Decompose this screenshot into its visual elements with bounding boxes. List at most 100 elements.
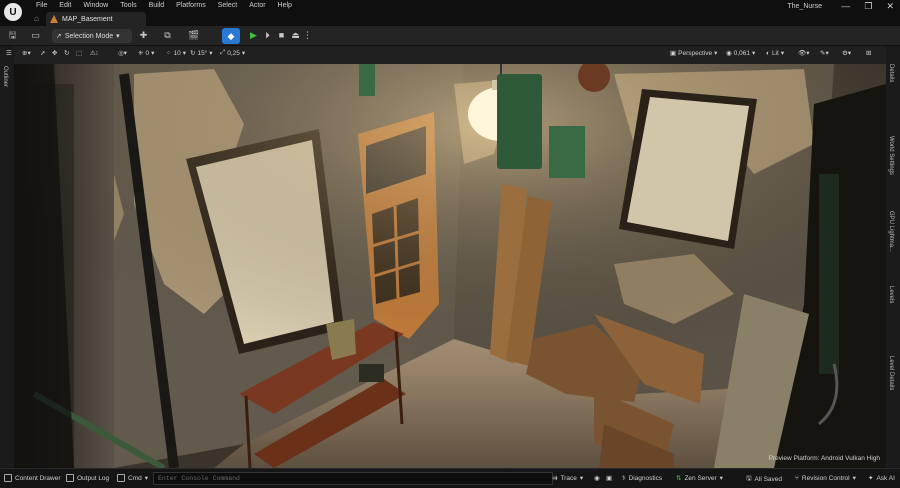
fov-dropdown[interactable]: ◉ 0,061 ▾ bbox=[726, 49, 755, 58]
selection-mode-dropdown[interactable]: ➚ Selection Mode ▾ bbox=[52, 29, 132, 43]
blueprint-icon[interactable]: ⧉ bbox=[162, 30, 173, 41]
minimize-button[interactable]: — bbox=[841, 1, 850, 12]
diagnostics-button[interactable]: ⚕ Diagnostics bbox=[622, 474, 662, 483]
level-icon bbox=[50, 15, 58, 23]
menu-edit[interactable]: Edit bbox=[53, 2, 77, 9]
cmd-label: Cmd bbox=[128, 474, 142, 482]
chevron-down-icon: ▾ bbox=[852, 475, 856, 482]
viewport-menu-icon[interactable]: ☰ bbox=[6, 49, 12, 57]
title-bar: U File Edit Window Tools Build Platforms… bbox=[0, 0, 900, 26]
all-saved-button[interactable]: 🖫 All Saved bbox=[746, 474, 782, 485]
perspective-label: Perspective bbox=[678, 49, 713, 57]
revision-control-dropdown[interactable]: ⑂ Revision Control ▾ bbox=[795, 474, 856, 483]
rotation-snap-icon: ⁘ bbox=[166, 50, 172, 57]
speed-icon: ◉ bbox=[726, 50, 732, 57]
cursor-icon: ➚ bbox=[56, 33, 62, 40]
chevron-down-icon: ▾ bbox=[144, 475, 148, 482]
close-button[interactable]: ✕ bbox=[886, 1, 894, 12]
selection-mode-label: Selection Mode bbox=[64, 32, 114, 40]
maximize-button[interactable]: ❐ bbox=[864, 1, 872, 12]
surface-snap-icon[interactable]: ⚠⁝ bbox=[90, 49, 98, 57]
content-browser-icon[interactable]: ▭ bbox=[30, 30, 41, 41]
chevron-down-icon: ▾ bbox=[151, 50, 155, 57]
add-actor-icon[interactable]: ✚ bbox=[138, 30, 149, 41]
outliner-tab[interactable]: Outliner bbox=[2, 66, 8, 87]
chevron-down-icon: ▾ bbox=[719, 475, 723, 482]
world-local-icon[interactable]: ◎▾ bbox=[118, 49, 127, 57]
world-settings-tab[interactable]: World Settings bbox=[888, 136, 894, 175]
menu-platforms[interactable]: Platforms bbox=[170, 2, 212, 9]
snap-angle[interactable]: ↻ 15° ▾ bbox=[190, 49, 213, 58]
chevron-down-icon: ▾ bbox=[714, 50, 718, 57]
menu-help[interactable]: Help bbox=[272, 2, 298, 9]
ask-ai-label: Ask AI bbox=[876, 474, 895, 482]
content-drawer-button[interactable]: Content Drawer bbox=[4, 474, 61, 482]
play-icon[interactable]: ▶ bbox=[248, 30, 259, 41]
select-tool-icon[interactable]: ⊕▾ bbox=[22, 49, 31, 57]
snap-angle-value: 15° bbox=[197, 49, 208, 57]
main-toolbar: 🖫 ▭ ➚ Selection Mode ▾ ✚ ⧉ 🎬 ◆ ▶ ⏵ ■ ⏏ ⋮ bbox=[0, 26, 900, 46]
status-bar: Content Drawer Output Log Cmd ▾ Enter Con… bbox=[0, 468, 900, 488]
basement-scene bbox=[14, 64, 886, 468]
snapshot-icon[interactable]: ▣ bbox=[606, 474, 612, 482]
view-mode-dropdown[interactable]: ◐ Lit ▾ bbox=[766, 49, 784, 58]
menu-actor[interactable]: Actor bbox=[243, 2, 271, 9]
gpu-lightmass-tab[interactable]: GPU Lightma... bbox=[888, 211, 894, 252]
translate-icon[interactable]: ✥ bbox=[52, 49, 57, 57]
snap-translate-value: 0 bbox=[145, 49, 150, 57]
ask-ai-button[interactable]: ✦ Ask AI bbox=[868, 474, 895, 483]
trace-label: Trace bbox=[560, 474, 577, 482]
left-panel-strip: Outliner bbox=[0, 46, 14, 468]
menu-file[interactable]: File bbox=[30, 2, 53, 9]
rotate-icon[interactable]: ↻ bbox=[64, 49, 69, 57]
viewport-toolbar: ☰ ⊕▾ ➚ ✥ ↻ ⬚ ⚠⁝ ◎▾ ⁜ 0 ▾ ⁘ 10 ▾ ↻ 15° ▾ ⤢ 0,25 ▾… bbox=[6, 46, 886, 64]
home-icon[interactable]: ⌂ bbox=[34, 14, 39, 23]
output-log-label: Output Log bbox=[77, 474, 110, 482]
snap-scale[interactable]: ⤢ 0,25 ▾ bbox=[220, 49, 245, 57]
arrow-icon[interactable]: ➚ bbox=[40, 49, 45, 57]
scale-icon[interactable]: ⬚ bbox=[76, 49, 82, 57]
level-viewport[interactable]: Preview Platform: Android Vulkan High bbox=[14, 64, 886, 468]
snap-scale-value: 0,25 bbox=[227, 49, 240, 57]
menu-select[interactable]: Select bbox=[212, 2, 243, 9]
snap-translate[interactable]: ⁜ 0 ▾ bbox=[138, 49, 155, 58]
cinematics-icon[interactable]: 🎬 bbox=[188, 30, 199, 41]
levels-tab[interactable]: Levels bbox=[888, 286, 894, 303]
stop-icon[interactable]: ■ bbox=[276, 30, 287, 41]
output-log-icon bbox=[66, 474, 74, 482]
perspective-dropdown[interactable]: ▣ Perspective ▾ bbox=[670, 49, 718, 58]
trace-dropdown[interactable]: ⇉ Trace ▾ bbox=[552, 474, 584, 483]
more-options-icon[interactable]: ⋮ bbox=[302, 30, 313, 41]
details-tab[interactable]: Details bbox=[888, 64, 894, 82]
save-icon[interactable]: 🖫 bbox=[7, 30, 18, 41]
record-icon[interactable]: ◉ bbox=[594, 474, 600, 482]
chevron-down-icon: ▾ bbox=[241, 50, 246, 57]
show-flags-icon[interactable]: 👁▾ bbox=[798, 49, 810, 57]
tab-level-label: MAP_Basement bbox=[62, 15, 113, 23]
tab-level[interactable]: MAP_Basement bbox=[46, 12, 146, 26]
cmd-dropdown[interactable]: Cmd ▾ bbox=[117, 474, 148, 482]
layout-icon[interactable]: ⊞ bbox=[866, 49, 871, 57]
menu-window[interactable]: Window bbox=[77, 2, 114, 9]
chevron-down-icon: ▾ bbox=[209, 50, 213, 57]
chevron-down-icon: ▾ bbox=[579, 475, 584, 482]
settings-icon[interactable]: ⚙▾ bbox=[842, 49, 851, 57]
grid-snap-icon: ⁜ bbox=[138, 50, 144, 57]
ai-icon: ✦ bbox=[868, 475, 874, 482]
scale-snap-icon: ⤢ bbox=[220, 49, 226, 56]
menu-build[interactable]: Build bbox=[143, 2, 171, 9]
step-icon[interactable]: ⏵ bbox=[262, 30, 273, 41]
output-log-button[interactable]: Output Log bbox=[66, 474, 109, 482]
revision-control-label: Revision Control bbox=[801, 474, 850, 482]
unreal-logo-icon[interactable]: U bbox=[4, 3, 22, 21]
snap-rotate[interactable]: ⁘ 10 ▾ bbox=[166, 49, 186, 58]
eject-icon[interactable]: ⏏ bbox=[290, 30, 301, 41]
level-details-tab[interactable]: Level Details bbox=[888, 356, 894, 390]
zen-server-dropdown[interactable]: ⇅ Zen Server ▾ bbox=[676, 474, 723, 483]
realtime-icon[interactable]: ✎▾ bbox=[820, 49, 829, 57]
console-input[interactable]: Enter Console Command bbox=[153, 472, 553, 485]
menu-tools[interactable]: Tools bbox=[114, 2, 142, 9]
right-panel-strip: Details World Settings GPU Lightma... Le… bbox=[886, 46, 900, 468]
platforms-button[interactable]: ◆ bbox=[222, 28, 240, 44]
zen-server-label: Zen Server bbox=[684, 474, 717, 482]
